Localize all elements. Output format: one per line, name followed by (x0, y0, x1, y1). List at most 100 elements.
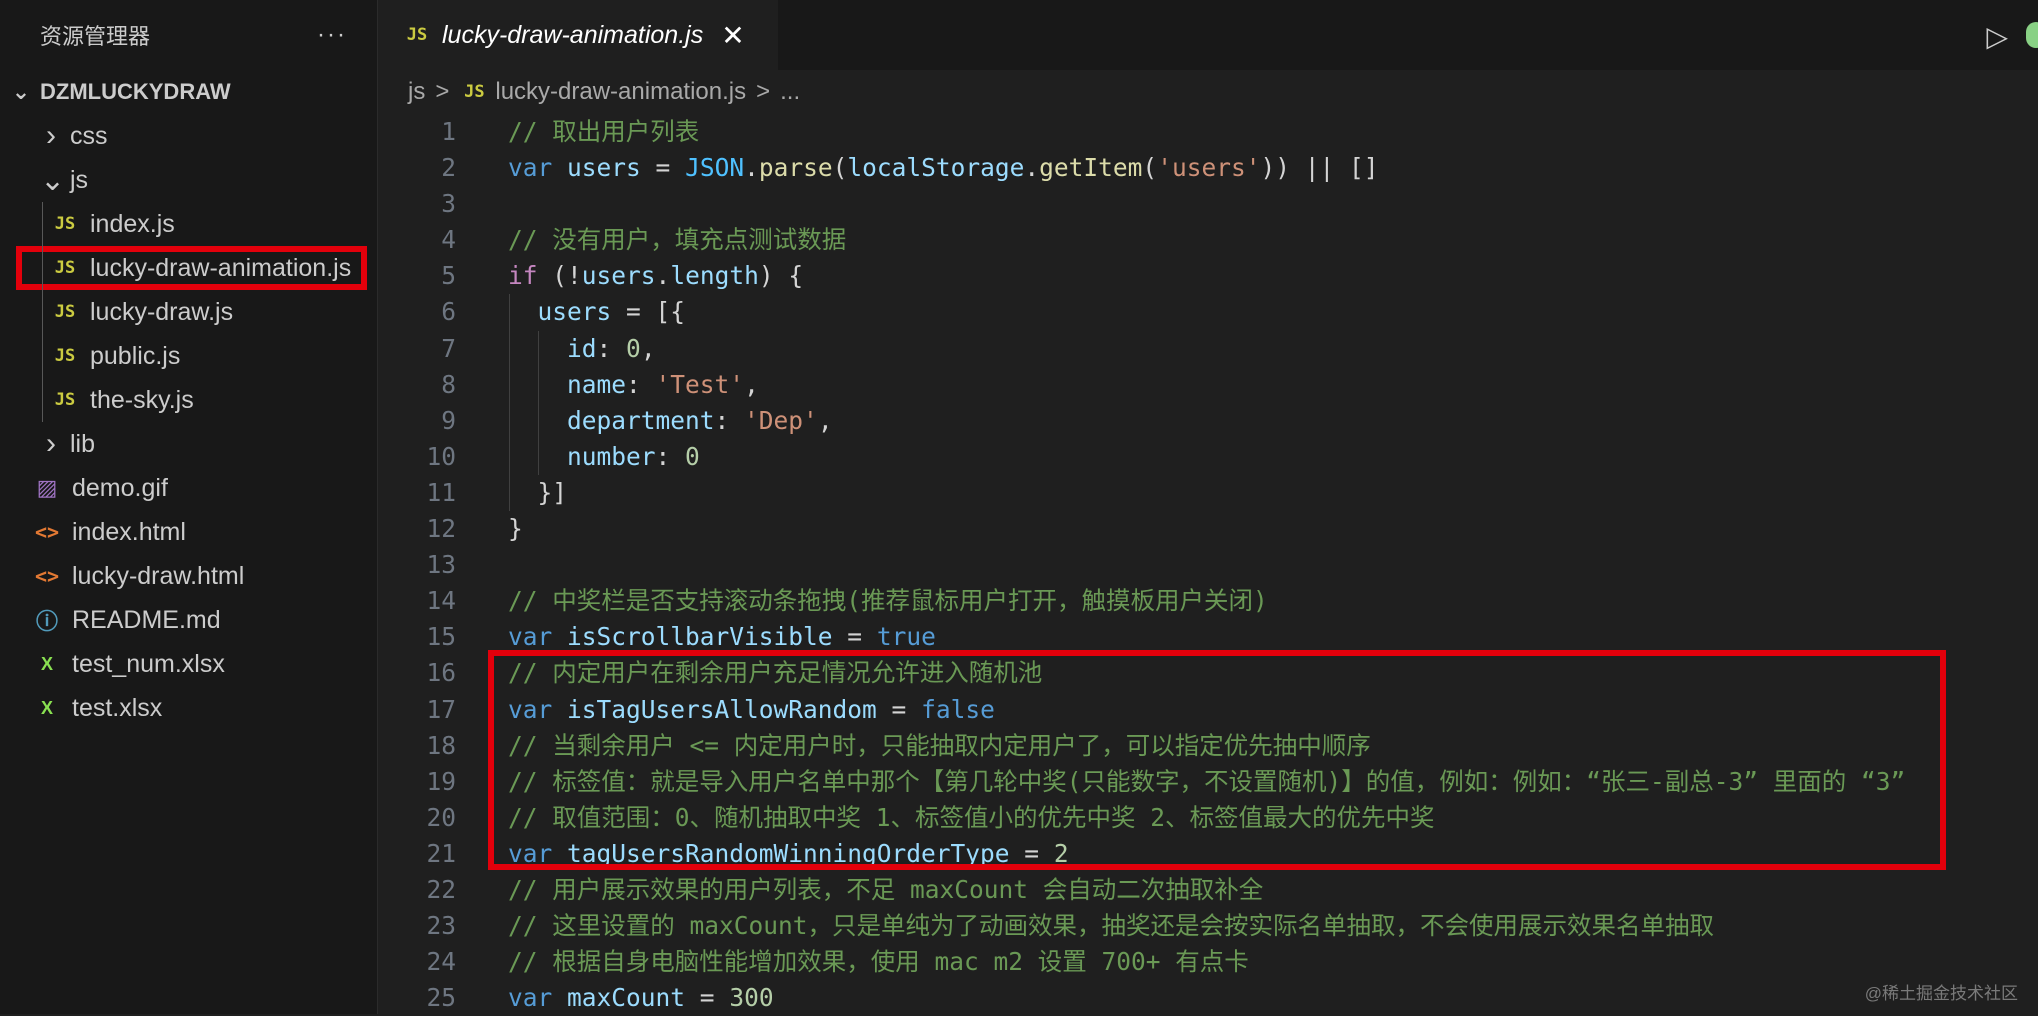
code-token: getItem (1039, 153, 1143, 183)
file-item[interactable]: <> index.html (0, 510, 377, 554)
file-item[interactable]: <> lucky-draw.html (0, 554, 377, 598)
code-token: 2 (1053, 838, 1069, 868)
code-token: , (640, 333, 656, 363)
tree-item-label: demo.gif (72, 473, 168, 502)
code-token: }] (508, 477, 568, 507)
code-text: // 这里设置的 maxCount，只是单纯为了动画效果，抽奖还是会按实际名单抽… (508, 908, 1714, 944)
code-text: // 根据自身电脑性能增加效果，使用 mac m2 设置 700+ 有点卡 (508, 944, 1249, 980)
code-text: } (508, 511, 523, 547)
code-text: // 取值范围：0、随机抽取中奖 1、标签值小的优先中奖 2、标签值最大的优先中… (508, 800, 1435, 836)
code-token: ( (832, 153, 848, 183)
code-token: = (640, 153, 686, 183)
line-number: 5 (441, 261, 456, 291)
line-number: 3 (441, 189, 456, 219)
chevron-down-icon: ⌄ (11, 79, 31, 104)
file-item[interactable]: JS the-sky.js (0, 378, 377, 422)
code-text: // 取出用户列表 (508, 114, 699, 150)
line-number: 12 (426, 514, 456, 544)
code-line: 7 id: 0, (378, 330, 2038, 367)
file-item[interactable]: JS lucky-draw-animation.js (16, 246, 367, 290)
line-number: 8 (441, 369, 456, 399)
js-file-icon: JS (406, 25, 428, 45)
code-token: 'Dep' (744, 405, 818, 435)
js-file-icon: JS (54, 390, 76, 410)
code-token: // 取值范围：0、随机抽取中奖 1、标签值小的优先中奖 2、标签值最大的优先中… (508, 802, 1435, 832)
code-text: // 中奖栏是否支持滚动条拖拽(推荐鼠标用户打开，触摸板用户关闭) (508, 583, 1268, 619)
code-token: false (921, 694, 995, 724)
code-text: // 标签值：就是导入用户名单中那个【第几轮中奖(只能数字，不设置随机)】的值，… (508, 764, 1905, 800)
breadcrumb-folder[interactable]: js (408, 78, 425, 106)
folder-item[interactable]: ⌄ js (0, 158, 377, 202)
line-number: 22 (426, 874, 456, 904)
workspace-folder[interactable]: ⌄ DZMLUCKYDRAW (0, 70, 377, 114)
code-token: if (508, 261, 538, 291)
line-number: 14 (426, 586, 456, 616)
tree-item-label: the-sky.js (90, 385, 194, 414)
run-icon[interactable]: ▷ (1986, 20, 2008, 53)
tab-label: lucky-draw-animation.js (442, 20, 704, 49)
code-line: 6 users = [{ (378, 294, 2038, 331)
code-editor[interactable]: 1// 取出用户列表 2 var users = JSON.parse(localS… (378, 114, 2038, 1016)
code-token: id (567, 333, 597, 363)
info-file-icon: ⓘ (35, 609, 58, 634)
indent-guide (42, 334, 43, 378)
close-icon[interactable]: ✕ (721, 19, 744, 52)
file-item[interactable]: Xtest.xlsx (0, 686, 377, 730)
js-file-icon: JS (54, 258, 76, 278)
folder-item[interactable]: › lib (0, 422, 377, 466)
code-token: } (508, 514, 523, 544)
html-file-icon: <> (34, 564, 60, 588)
file-item[interactable]: JS index.js (0, 202, 377, 246)
chevron-down-icon: ⌄ (40, 163, 66, 197)
line-number: 9 (441, 405, 456, 435)
code-line: 21 var tagUsersRandomWinningOrderType = 2 (378, 836, 2038, 872)
more-actions-icon[interactable]: ··· (317, 21, 347, 49)
code-token: tagUsersRandomWinningOrderType (567, 838, 1010, 868)
chevron-right-icon: › (46, 119, 56, 152)
tree-item-label: index.html (72, 517, 186, 546)
code-text: id: 0, (508, 331, 656, 367)
breadcrumb-file[interactable]: lucky-draw-animation.js (495, 78, 746, 106)
tree-item-label: css (70, 121, 108, 150)
line-number: 7 (441, 333, 456, 363)
code-token: = (1009, 838, 1054, 868)
code-line: 5 if (!users.length) { (378, 258, 2038, 294)
code-token: // 内定用户在剩余用户充足情况允许进入随机池 (508, 658, 1043, 688)
editor-area: JS lucky-draw-animation.js ✕ ▷ js > JS l… (378, 0, 2038, 1014)
tree-item-label: test_num.xlsx (72, 649, 225, 678)
code-token: // 用户展示效果的用户列表，不足 maxCount 会自动二次抽取补全 (508, 874, 1264, 904)
image-file-icon: ▨ (36, 475, 58, 500)
code-token: maxCount (567, 983, 686, 1013)
breadcrumb-chevron-icon: > (435, 78, 450, 105)
file-item[interactable]: ▨ demo.gif (0, 466, 377, 510)
code-token: // 没有用户，填充点测试数据 (508, 225, 847, 255)
code-token: 0 (626, 333, 641, 363)
tab-lucky-draw-animation[interactable]: JS lucky-draw-animation.js ✕ (378, 0, 778, 70)
code-token: )) || [] (1260, 153, 1379, 183)
code-text: // 内定用户在剩余用户充足情况允许进入随机池 (508, 655, 1042, 691)
folder-item[interactable]: › css (0, 114, 377, 158)
code-text: // 用户展示效果的用户列表，不足 maxCount 会自动二次抽取补全 (508, 872, 1263, 908)
code-token: = [{ (611, 297, 686, 327)
code-token: var (508, 622, 553, 652)
file-tree: › css ⌄ js JS index.js JS lucky-draw-animation.… (0, 114, 377, 730)
breadcrumb-symbols[interactable]: ... (780, 78, 800, 106)
code-token: = (685, 983, 730, 1013)
line-number: 6 (441, 297, 456, 327)
file-item[interactable]: Xtest_num.xlsx (0, 642, 377, 686)
code-line: 11 }] (378, 474, 2038, 512)
code-token: (! (537, 261, 582, 291)
code-token: : (626, 369, 656, 399)
code-line: 3 (378, 186, 2038, 222)
code-line: 24 // 根据自身电脑性能增加效果，使用 mac m2 设置 700+ 有点卡 (378, 944, 2038, 980)
code-token: ) { (758, 261, 804, 291)
file-item[interactable]: JS public.js (0, 334, 377, 378)
file-item[interactable]: ⓘ README.md (0, 598, 377, 642)
file-item[interactable]: JS lucky-draw.js (0, 290, 377, 334)
code-token: 'Test' (655, 369, 745, 399)
js-file-icon: JS (54, 214, 76, 234)
tree-item-label: lib (70, 429, 96, 458)
